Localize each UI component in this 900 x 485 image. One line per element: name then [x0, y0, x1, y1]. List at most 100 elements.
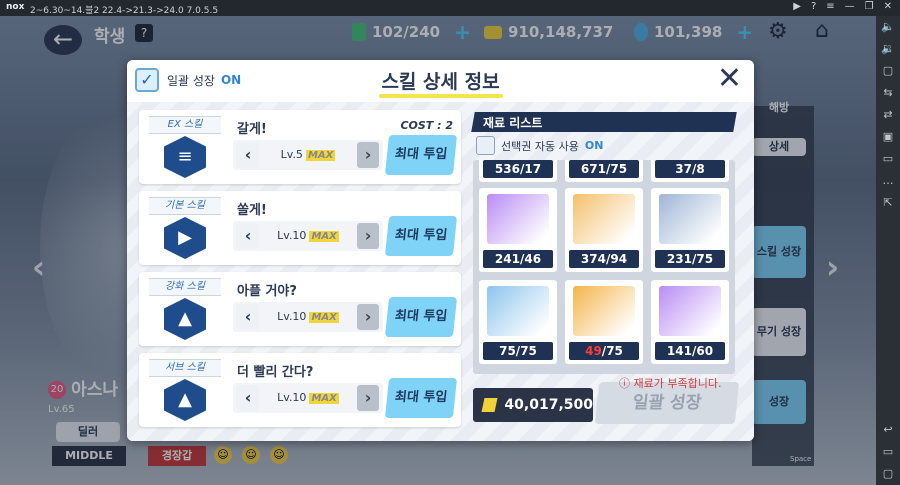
- material-grid: 536/17 671/75 37/8 241/46 374/94 231/75 …: [473, 160, 735, 374]
- material-item[interactable]: 49/75: [565, 280, 643, 364]
- skill-row-ex: EX 스킬 ≡ 갈게! COST : 2 ‹ Lv.5 MAX › 최대 투입: [139, 110, 461, 184]
- level-selector: ‹ Lv.5 MAX ›: [233, 140, 383, 170]
- max-invest-button[interactable]: 최대 투입: [384, 135, 458, 175]
- material-art: [487, 286, 549, 336]
- material-count: 49/75: [569, 342, 639, 360]
- credit-cost-value: 40,017,500: [504, 397, 593, 413]
- warning-icon: ⓘ: [619, 377, 634, 390]
- skill-type: 서브 스킬: [149, 359, 221, 377]
- skill-name: 쏠게!: [237, 203, 267, 218]
- auto-use-state: ON: [584, 139, 604, 152]
- skill-type: EX 스킬: [149, 116, 221, 134]
- close-window-icon[interactable]: ✕: [884, 1, 892, 12]
- restore-icon[interactable]: ❐: [865, 1, 874, 12]
- sync-icon[interactable]: ⇄: [876, 104, 900, 126]
- skill-row-enhance: 강화 스킬 ▲ 아플 거야? ‹ Lv.10 MAX › 최대 투입: [139, 272, 461, 346]
- minimize-icon[interactable]: —: [845, 1, 855, 12]
- back-nav-icon[interactable]: ↩: [876, 419, 900, 441]
- rotate-icon[interactable]: ⇆: [876, 82, 900, 104]
- auto-use-toggle[interactable]: 선택권 자동 사용 ON: [476, 136, 603, 155]
- skill-cost: COST : 2: [400, 119, 453, 132]
- enhance-skill-icon: ▲: [164, 298, 206, 340]
- level-down-icon[interactable]: ‹: [237, 142, 259, 168]
- dialog-title: 스킬 상세 정보: [381, 71, 500, 93]
- expand-icon[interactable]: ⇱: [876, 192, 900, 214]
- skill-name: 아플 거야?: [237, 284, 297, 299]
- auto-use-checkbox[interactable]: [476, 136, 495, 155]
- screen-icon[interactable]: ▢: [876, 60, 900, 82]
- level-selector: ‹ Lv.10 MAX ›: [233, 302, 383, 332]
- level-up-icon[interactable]: ›: [357, 223, 379, 249]
- emulator-title-bar: nox 2~6.30~14.블2 22.4->21.3->24.0 7.0.5.…: [0, 0, 900, 16]
- material-item[interactable]: 231/75: [651, 188, 729, 272]
- emulator-sidebar: 🔈 🔉 ▢ ⇆ ⇄ ▣ ▭ … ⇱ ↩ ▭ ▢: [876, 16, 900, 485]
- material-item-partial[interactable]: 536/17: [479, 160, 557, 182]
- material-art: [659, 194, 721, 244]
- skill-type: 강화 스킬: [149, 278, 221, 296]
- emulator-title: 2~6.30~14.블2 22.4->21.3->24.0 7.0.5.5: [30, 6, 219, 16]
- more-icon[interactable]: …: [876, 170, 900, 192]
- material-count: 241/46: [483, 250, 553, 268]
- level-selector: ‹ Lv.10 MAX ›: [233, 383, 383, 413]
- skill-type: 기본 스킬: [149, 197, 221, 215]
- skill-detail-dialog: ✓ 일괄 성장 ON 스킬 상세 정보 ✕ EX 스킬 ≡ 갈게! COST :…: [127, 60, 754, 441]
- recent-nav-icon[interactable]: ▢: [876, 463, 900, 485]
- material-art: [487, 194, 549, 244]
- emulator-nav: ↩ ▭ ▢: [876, 419, 900, 485]
- skill-row-basic: 기본 스킬 ▶ 쏠게! ‹ Lv.10 MAX › 최대 투입: [139, 191, 461, 265]
- material-count: 37/8: [655, 160, 725, 178]
- dialog-header: ✓ 일괄 성장 ON 스킬 상세 정보 ✕: [127, 60, 754, 102]
- home-nav-icon[interactable]: ▭: [876, 441, 900, 463]
- shortage-warning: ⓘ 재료가 부족합니다.: [619, 377, 722, 390]
- volume-up-icon[interactable]: 🔈: [876, 16, 900, 38]
- level-down-icon[interactable]: ‹: [237, 385, 259, 411]
- material-count: 75/75: [483, 342, 553, 360]
- level-down-icon[interactable]: ‹: [237, 223, 259, 249]
- material-count: 141/60: [655, 342, 725, 360]
- skill-row-sub: 서브 스킬 ▲ 더 빨리 간다? ‹ Lv.10 MAX › 최대 투입: [139, 353, 461, 427]
- level-down-icon[interactable]: ‹: [237, 304, 259, 330]
- skill-level: Lv.5 MAX: [280, 148, 336, 161]
- emulator-logo: nox: [6, 2, 25, 12]
- play-icon[interactable]: ▶: [793, 1, 801, 12]
- material-item-partial[interactable]: 671/75: [565, 160, 643, 182]
- max-invest-button[interactable]: 최대 투입: [384, 297, 458, 337]
- material-art: [573, 194, 635, 244]
- title-underline: [379, 94, 503, 98]
- level-up-icon[interactable]: ›: [357, 385, 379, 411]
- material-art: [659, 286, 721, 336]
- help-icon[interactable]: ?: [811, 1, 816, 12]
- material-item[interactable]: 241/46: [479, 188, 557, 272]
- material-count: 671/75: [569, 160, 639, 178]
- credit-cost: 40,017,500: [473, 388, 593, 422]
- skill-level: Lv.10 MAX: [277, 391, 339, 404]
- material-item[interactable]: 374/94: [565, 188, 643, 272]
- auto-use-label: 선택권 자동 사용: [501, 139, 579, 153]
- material-count: 374/94: [569, 250, 639, 268]
- material-list-header: 재료 리스트: [483, 116, 543, 130]
- menu-icon[interactable]: ≡: [826, 1, 834, 12]
- window-controls: ▶ ? ≡ — ❐ ✕: [793, 1, 892, 12]
- volume-down-icon[interactable]: 🔉: [876, 38, 900, 60]
- level-up-icon[interactable]: ›: [357, 142, 379, 168]
- max-tag: MAX: [309, 231, 339, 242]
- level-selector: ‹ Lv.10 MAX ›: [233, 221, 383, 251]
- material-count: 536/17: [483, 160, 553, 178]
- material-count: 231/75: [655, 250, 725, 268]
- credit-icon: [481, 398, 498, 412]
- close-icon[interactable]: ✕: [717, 64, 742, 94]
- short-count: 49: [585, 344, 602, 358]
- keyboard-icon[interactable]: ▭: [876, 148, 900, 170]
- material-item-partial[interactable]: 37/8: [651, 160, 729, 182]
- material-item[interactable]: 141/60: [651, 280, 729, 364]
- screenshot-icon[interactable]: ▣: [876, 126, 900, 148]
- max-invest-button[interactable]: 최대 투입: [384, 216, 458, 256]
- level-up-icon[interactable]: ›: [357, 304, 379, 330]
- max-tag: MAX: [309, 393, 339, 404]
- material-item[interactable]: 75/75: [479, 280, 557, 364]
- max-tag: MAX: [305, 150, 336, 161]
- skill-name: 갈게!: [237, 122, 267, 137]
- skill-level: Lv.10 MAX: [277, 310, 339, 323]
- ex-skill-icon: ≡: [164, 136, 206, 178]
- max-invest-button[interactable]: 최대 투입: [384, 378, 458, 418]
